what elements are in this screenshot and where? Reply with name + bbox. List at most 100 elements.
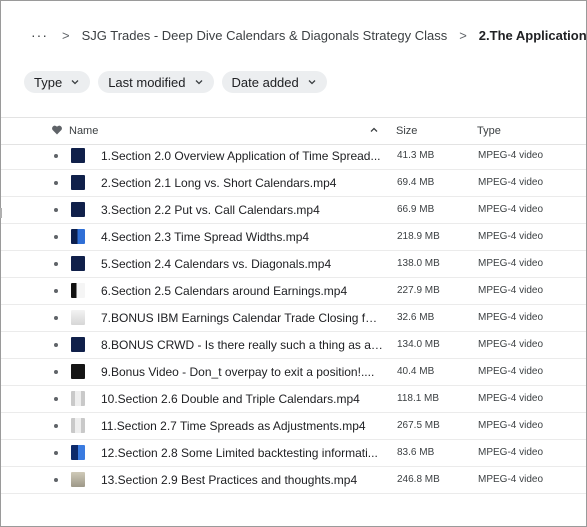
video-thumbnail-icon — [71, 337, 85, 352]
file-row[interactable]: 13.Section 2.9 Best Practices and though… — [1, 467, 586, 494]
type-column-header[interactable]: Type — [477, 125, 501, 137]
type-filter-chip[interactable]: Type — [24, 71, 91, 93]
file-name[interactable]: 11.Section 2.7 Time Spreads as Adjustmen… — [101, 419, 383, 433]
file-row[interactable]: 8.BONUS CRWD - Is there really such a th… — [1, 332, 586, 359]
file-size: 69.4 MB — [397, 177, 435, 188]
row-bullet-icon — [54, 343, 58, 347]
breadcrumb-more-button[interactable]: ··· — [31, 27, 48, 43]
file-size: 138.0 MB — [397, 258, 440, 269]
video-thumbnail-icon — [71, 391, 85, 406]
file-name[interactable]: 12.Section 2.8 Some Limited backtesting … — [101, 446, 383, 460]
breadcrumb: ··· > SJG Trades - Deep Dive Calendars &… — [31, 25, 586, 45]
file-name[interactable]: 9.Bonus Video - Don_t overpay to exit a … — [101, 365, 383, 379]
file-name[interactable]: 1.Section 2.0 Overview Application of Ti… — [101, 149, 383, 163]
file-row[interactable]: 3.Section 2.2 Put vs. Call Calendars.mp4… — [1, 197, 586, 224]
chip-label: Type — [34, 74, 63, 90]
row-bullet-icon — [54, 451, 58, 455]
file-type: MPEG-4 video — [478, 447, 544, 458]
file-name[interactable]: 2.Section 2.1 Long vs. Short Calendars.m… — [101, 176, 383, 190]
row-bullet-icon — [54, 181, 58, 185]
row-bullet-icon — [54, 316, 58, 320]
file-row[interactable]: 5.Section 2.4 Calendars vs. Diagonals.mp… — [1, 251, 586, 278]
file-size: 227.9 MB — [397, 285, 440, 296]
file-name[interactable]: 6.Section 2.5 Calendars around Earnings.… — [101, 284, 383, 298]
last-modified-filter-chip[interactable]: Last modified — [98, 71, 214, 93]
file-name[interactable]: 3.Section 2.2 Put vs. Call Calendars.mp4 — [101, 203, 383, 217]
file-size: 66.9 MB — [397, 204, 435, 215]
video-thumbnail-icon — [71, 418, 85, 433]
size-column-header[interactable]: Size — [396, 125, 417, 137]
row-bullet-icon — [54, 208, 58, 212]
file-type: MPEG-4 video — [478, 366, 544, 377]
file-list: 1.Section 2.0 Overview Application of Ti… — [1, 143, 586, 494]
file-type: MPEG-4 video — [478, 177, 544, 188]
video-thumbnail-icon — [71, 310, 85, 325]
file-size: 118.1 MB — [397, 393, 440, 404]
file-row[interactable]: 11.Section 2.7 Time Spreads as Adjustmen… — [1, 413, 586, 440]
file-name[interactable]: 8.BONUS CRWD - Is there really such a th… — [101, 338, 383, 352]
video-thumbnail-icon — [71, 229, 85, 244]
file-name[interactable]: 13.Section 2.9 Best Practices and though… — [101, 473, 383, 487]
file-size: 32.6 MB — [397, 312, 435, 323]
chip-label: Last modified — [108, 74, 186, 90]
file-type: MPEG-4 video — [478, 150, 544, 161]
file-row[interactable]: 4.Section 2.3 Time Spread Widths.mp4 218.… — [1, 224, 586, 251]
name-column-header[interactable]: Name — [69, 125, 98, 137]
chevron-down-icon — [195, 80, 202, 85]
file-row[interactable]: 2.Section 2.1 Long vs. Short Calendars.m… — [1, 170, 586, 197]
row-bullet-icon — [54, 478, 58, 482]
file-size: 41.3 MB — [397, 150, 435, 161]
file-size: 218.9 MB — [397, 231, 440, 242]
filter-bar: Type Last modified Date added — [24, 71, 327, 93]
date-added-filter-chip[interactable]: Date added — [221, 71, 327, 93]
file-browser-window: ··· > SJG Trades - Deep Dive Calendars &… — [0, 0, 587, 527]
window-edge-marker — [0, 208, 2, 218]
row-bullet-icon — [54, 289, 58, 293]
file-name[interactable]: 10.Section 2.6 Double and Triple Calenda… — [101, 392, 383, 406]
video-thumbnail-icon — [71, 256, 85, 271]
video-thumbnail-icon — [71, 175, 85, 190]
video-thumbnail-icon — [71, 148, 85, 163]
file-type: MPEG-4 video — [478, 420, 544, 431]
row-bullet-icon — [54, 424, 58, 428]
file-size: 83.6 MB — [397, 447, 435, 458]
file-row[interactable]: 9.Bonus Video - Don_t overpay to exit a … — [1, 359, 586, 386]
file-type: MPEG-4 video — [478, 231, 544, 242]
file-name[interactable]: 5.Section 2.4 Calendars vs. Diagonals.mp… — [101, 257, 383, 271]
video-thumbnail-icon — [71, 283, 85, 298]
file-type: MPEG-4 video — [478, 204, 544, 215]
row-bullet-icon — [54, 262, 58, 266]
heart-icon[interactable] — [51, 124, 63, 136]
file-type: MPEG-4 video — [478, 339, 544, 350]
file-type: MPEG-4 video — [478, 474, 544, 485]
chip-label: Date added — [231, 74, 299, 90]
video-thumbnail-icon — [71, 472, 85, 487]
file-size: 246.8 MB — [397, 474, 440, 485]
file-row[interactable]: 6.Section 2.5 Calendars around Earnings.… — [1, 278, 586, 305]
video-thumbnail-icon — [71, 202, 85, 217]
breadcrumb-item-current-folder[interactable]: 2.The Application of Some C — [479, 28, 586, 43]
chevron-right-icon: > — [62, 27, 70, 43]
row-bullet-icon — [54, 235, 58, 239]
sort-ascending-icon[interactable] — [369, 125, 379, 135]
row-bullet-icon — [54, 154, 58, 158]
file-size: 134.0 MB — [397, 339, 440, 350]
file-row[interactable]: 7.BONUS IBM Earnings Calendar Trade Clos… — [1, 305, 586, 332]
file-row[interactable]: 12.Section 2.8 Some Limited backtesting … — [1, 440, 586, 467]
file-type: MPEG-4 video — [478, 285, 544, 296]
video-thumbnail-icon — [71, 364, 85, 379]
row-bullet-icon — [54, 370, 58, 374]
file-type: MPEG-4 video — [478, 312, 544, 323]
file-name[interactable]: 7.BONUS IBM Earnings Calendar Trade Clos… — [101, 311, 383, 325]
file-type: MPEG-4 video — [478, 393, 544, 404]
file-row[interactable]: 1.Section 2.0 Overview Application of Ti… — [1, 143, 586, 170]
file-list-header: Name Size Type — [1, 117, 586, 145]
chevron-down-icon — [71, 80, 79, 85]
chevron-right-icon: > — [459, 27, 467, 43]
file-name[interactable]: 4.Section 2.3 Time Spread Widths.mp4 — [101, 230, 383, 244]
file-type: MPEG-4 video — [478, 258, 544, 269]
file-row[interactable]: 10.Section 2.6 Double and Triple Calenda… — [1, 386, 586, 413]
chevron-down-icon — [308, 80, 316, 85]
breadcrumb-item-class[interactable]: SJG Trades - Deep Dive Calendars & Diago… — [82, 28, 448, 43]
row-bullet-icon — [54, 397, 58, 401]
